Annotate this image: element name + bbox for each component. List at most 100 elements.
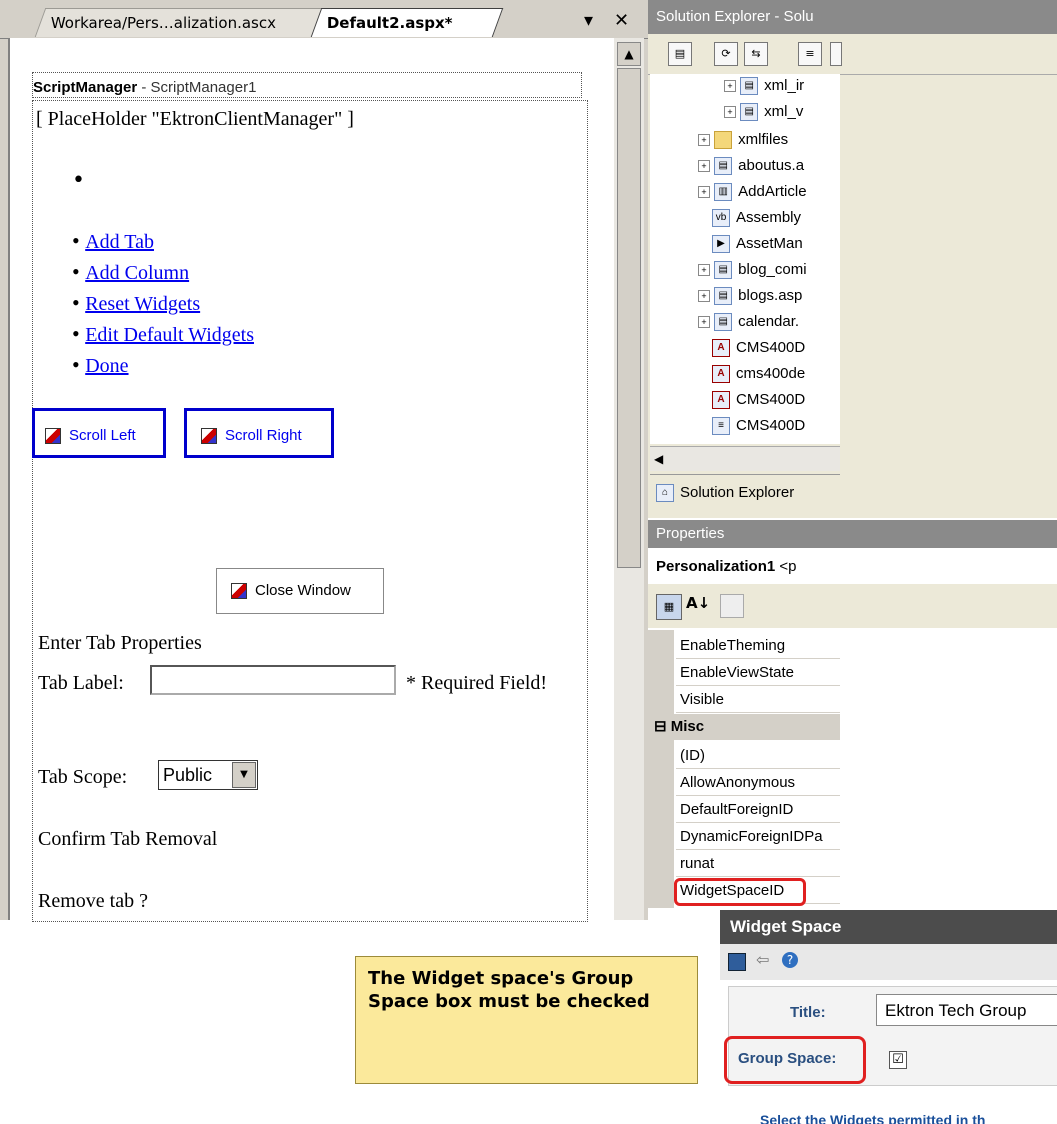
property-row[interactable]: Visible xyxy=(676,686,840,713)
tree-item-label: xml_ir xyxy=(764,77,805,94)
property-row[interactable]: EnableViewState xyxy=(676,659,840,686)
tree-item-label: Assembly xyxy=(736,209,802,226)
property-row[interactable]: DefaultForeignID xyxy=(676,796,840,823)
required-field-note: * Required Field! xyxy=(406,672,548,694)
highlight-box xyxy=(674,878,806,906)
tree-item[interactable]: + ▥ AddArticle xyxy=(698,180,807,204)
tab-personalization-ascx[interactable]: Workarea/Pers…alization.ascx xyxy=(34,8,348,37)
script-manager-label: ScriptManager xyxy=(33,79,138,96)
scroll-left-arrow[interactable]: ◀ xyxy=(650,452,663,466)
refresh-icon[interactable]: ⟳ xyxy=(714,42,738,66)
remove-tab-label: Remove tab ? xyxy=(38,890,148,912)
script-manager-id: - ScriptManager1 xyxy=(141,79,257,96)
tree-item[interactable]: + ▤ xml_v xyxy=(724,100,803,124)
placeholder-control[interactable] xyxy=(32,100,588,922)
help-icon[interactable]: ? xyxy=(782,952,798,968)
tree-item[interactable]: + xmlfiles xyxy=(698,128,788,152)
scroll-thumb[interactable] xyxy=(617,68,641,568)
add-column-link[interactable]: Add Column xyxy=(85,262,189,284)
title-text: Properties xyxy=(656,525,725,542)
chevron-down-icon[interactable]: ▼ xyxy=(232,762,256,788)
tree-item[interactable]: A CMS400D xyxy=(712,388,805,412)
title-text: Solution Explorer - Solu xyxy=(656,8,814,25)
scroll-up-arrow[interactable]: ▲ xyxy=(617,42,641,66)
property-row[interactable]: AllowAnonymous xyxy=(676,769,840,796)
tree-item-label: blog_comi xyxy=(738,261,807,278)
tree-item[interactable]: + ▤ xml_ir xyxy=(724,74,804,98)
categorized-icon[interactable]: ▦ xyxy=(656,594,682,620)
properties-toolbar: ▦ A↓ xyxy=(648,584,1057,628)
property-row[interactable]: DynamicForeignIDPa xyxy=(676,823,840,850)
button-label: Close Window xyxy=(255,582,351,599)
solution-tree[interactable]: + ▤ xml_ir + ▤ xml_v + xmlfiles + ▤ aboutus… xyxy=(650,74,840,444)
close-window-button[interactable]: Close Window xyxy=(216,568,384,614)
scroll-right-button[interactable]: Scroll Right xyxy=(184,408,334,458)
tree-item-label: CMS400D xyxy=(736,391,806,408)
property-grid-gutter xyxy=(648,630,674,908)
property-pages-icon[interactable] xyxy=(720,594,744,618)
tab-label-input[interactable] xyxy=(150,665,396,695)
widgets-permitted-label: Select the Widgets permitted in th xyxy=(760,1112,986,1124)
property-row[interactable]: runat xyxy=(676,850,840,877)
document-tab-bar: Workarea/Pers…alization.ascx Default2.as… xyxy=(0,0,648,39)
category-label: Misc xyxy=(670,718,705,735)
tab-label-label: Tab Label: xyxy=(38,672,124,694)
tree-item[interactable]: + ▤ calendar. xyxy=(698,310,799,334)
solution-explorer-icon: ⌂ xyxy=(656,484,674,503)
reset-widgets-link[interactable]: Reset Widgets xyxy=(85,293,200,315)
tree-item-label: xmlfiles xyxy=(738,131,789,148)
save-icon[interactable] xyxy=(728,953,746,971)
solution-explorer-tab[interactable]: ⌂ Solution Explorer xyxy=(650,474,840,511)
tab-menu-icon[interactable]: ▾ xyxy=(584,10,593,31)
close-icon[interactable]: ✕ xyxy=(614,10,629,31)
title-input[interactable]: Ektron Tech Group xyxy=(876,994,1057,1026)
group-space-checkbox[interactable]: ☑ xyxy=(889,1051,907,1069)
properties-icon[interactable]: ▤ xyxy=(668,42,692,66)
enter-tab-properties-label: Enter Tab Properties xyxy=(38,632,202,654)
tree-item[interactable]: ≡ CMS400D xyxy=(712,414,805,438)
properties-object-selector[interactable]: Personalization1 <p xyxy=(648,550,1057,585)
done-link[interactable]: Done xyxy=(85,355,128,377)
callout-note: The Widget space's Group Space box must … xyxy=(355,956,698,1084)
title-label: Title: xyxy=(790,1004,826,1021)
alphabetical-icon[interactable]: A↓ xyxy=(686,594,710,612)
tree-item-label: cms400de xyxy=(736,365,806,382)
image-icon xyxy=(201,428,217,445)
view-designer-icon[interactable] xyxy=(830,42,842,66)
script-manager-control[interactable]: ScriptManager - ScriptManager1 xyxy=(32,72,582,98)
tree-item[interactable]: vb Assembly xyxy=(712,206,801,230)
view-code-icon[interactable]: ≡ xyxy=(798,42,822,66)
tree-item[interactable]: + ▤ blog_comi xyxy=(698,258,807,282)
edit-default-widgets-link[interactable]: Edit Default Widgets xyxy=(85,324,254,346)
property-row[interactable]: EnableTheming xyxy=(676,632,840,659)
widget-space-toolbar: ⇦ ? xyxy=(720,944,1057,980)
empty-bullet: • xyxy=(72,168,85,193)
object-name: Personalization1 xyxy=(656,558,776,575)
tree-item-label: AddArticle xyxy=(738,183,807,200)
tree-item-label: blogs.asp xyxy=(738,287,803,304)
collapse-icon[interactable]: ⊟ xyxy=(648,718,667,735)
tree-item[interactable]: ▶ AssetMan xyxy=(712,232,803,256)
tab-label: Workarea/Pers…alization.ascx xyxy=(50,14,276,32)
placeholder-label: [ PlaceHolder "EktronClientManager" ] xyxy=(36,108,354,130)
tree-item[interactable]: + ▤ aboutus.a xyxy=(698,154,804,178)
tree-item-label: AssetMan xyxy=(736,235,803,252)
misc-category[interactable]: ⊟ Misc xyxy=(648,714,840,740)
tab-default2-aspx[interactable]: Default2.aspx* xyxy=(310,8,504,37)
nest-files-icon[interactable]: ⇆ xyxy=(744,42,768,66)
header-title: Widget Space xyxy=(730,917,842,936)
property-row[interactable]: (ID) xyxy=(676,742,840,769)
horizontal-scrollbar[interactable]: ◀ xyxy=(650,446,840,471)
tree-item-label: CMS400D xyxy=(736,339,806,356)
tree-item-label: calendar. xyxy=(738,313,800,330)
tree-item[interactable]: + ▤ blogs.asp xyxy=(698,284,802,308)
group-space-label: Group Space: xyxy=(738,1050,837,1067)
scroll-left-button[interactable]: Scroll Left xyxy=(32,408,166,458)
tab-label: Default2.aspx* xyxy=(326,14,453,32)
tree-item[interactable]: A CMS400D xyxy=(712,336,805,360)
add-tab-link[interactable]: Add Tab xyxy=(85,231,154,253)
back-icon[interactable]: ⇦ xyxy=(756,950,769,969)
image-icon xyxy=(231,583,247,600)
link-list: • Add Tab • Add Column • Reset Widgets •… xyxy=(72,228,254,377)
tree-item[interactable]: Acms400de xyxy=(712,362,805,386)
